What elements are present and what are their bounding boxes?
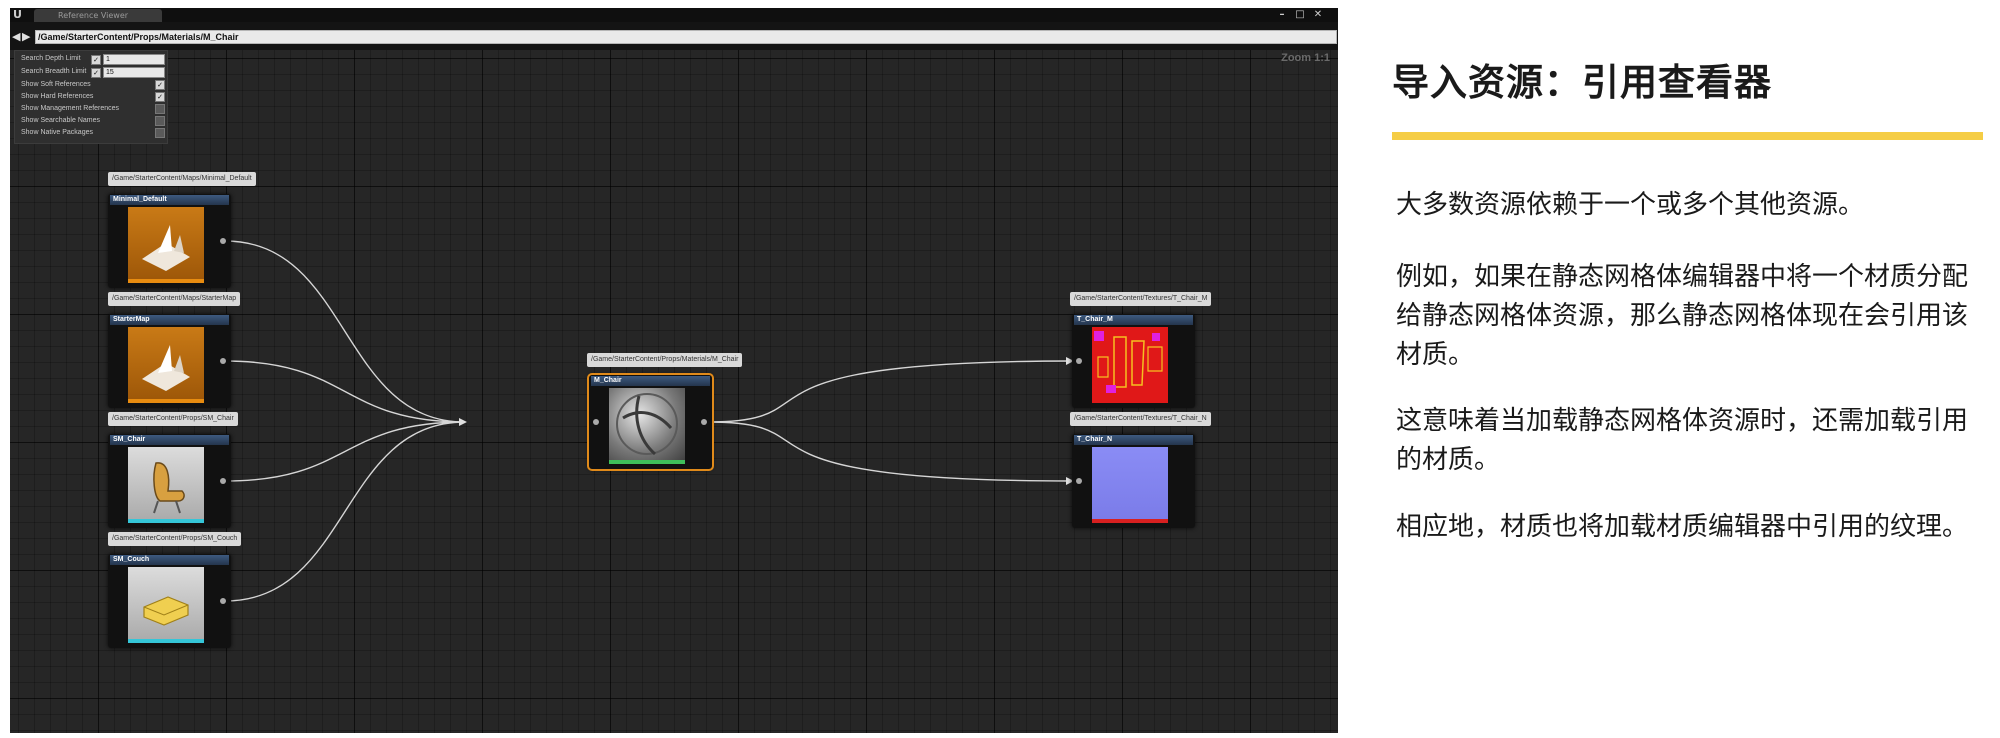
node-title: SM_Chair — [110, 435, 229, 445]
back-arrow-icon[interactable]: ◀ — [12, 30, 20, 43]
path-bar: ◀ ▶ /Game/StarterContent/Props/Materials… — [10, 22, 1338, 50]
input-pin[interactable] — [1076, 478, 1082, 484]
forward-arrow-icon[interactable]: ▶ — [22, 30, 30, 43]
node-path-label: /Game/StarterContent/Props/SM_Couch — [108, 532, 242, 546]
node-title: M_Chair — [591, 376, 710, 386]
material-thumbnail — [609, 388, 685, 464]
reference-viewer-tab[interactable]: Reference Viewer — [34, 9, 162, 22]
node-title: Minimal_Default — [110, 195, 229, 205]
output-pin[interactable] — [220, 598, 226, 604]
node-title: SM_Couch — [110, 555, 229, 565]
wire-sm-couch — [224, 421, 466, 602]
arrowhead — [459, 418, 467, 426]
mesh-thumbnail — [128, 447, 204, 523]
node-title: StarterMap — [110, 315, 229, 325]
paragraph: 例如，如果在静态网格体编辑器中将一个材质分配给静态网格体资源，那么静态网格体现在… — [1396, 262, 1969, 370]
wire-t-chair-n — [708, 421, 1073, 482]
map-thumbnail — [128, 207, 204, 283]
node-title: T_Chair_N — [1074, 435, 1193, 445]
wire-t-chair-m — [708, 360, 1073, 423]
slide-title: 导入资源：引用查看器 — [1392, 61, 1772, 104]
node-path-label: /Game/StarterContent/Textures/T_Chair_N — [1070, 412, 1211, 426]
paragraph: 相应地，材质也将加载材质编辑器中引用的纹理。 — [1396, 512, 1969, 542]
wire-starter-map — [224, 360, 466, 423]
output-pin[interactable] — [220, 358, 226, 364]
wire-minimal-default — [224, 240, 466, 423]
node-minimal-default[interactable]: Minimal_Default — [108, 194, 231, 288]
reference-graph[interactable]: Zoom 1:1 Search Depth Limit ✓ 1 Search B… — [10, 50, 1338, 733]
title-bar: U Reference Viewer – □ ✕ — [10, 8, 1338, 22]
map-thumbnail — [128, 327, 204, 403]
unreal-logo-icon: U — [13, 8, 22, 21]
wire-sm-chair — [224, 421, 466, 482]
output-pin[interactable] — [220, 478, 226, 484]
node-path-label: /Game/StarterContent/Maps/Minimal_Defaul… — [108, 172, 256, 186]
node-path-label: /Game/StarterContent/Textures/T_Chair_M — [1070, 292, 1212, 306]
node-path-label: /Game/StarterContent/Props/Materials/M_C… — [587, 353, 743, 367]
node-path-label: /Game/StarterContent/Props/SM_Chair — [108, 412, 238, 426]
texture-thumbnail — [1092, 447, 1168, 523]
reference-viewer-window: U Reference Viewer – □ ✕ ◀ ▶ /Game/Start… — [10, 8, 1338, 733]
node-title: T_Chair_M — [1074, 315, 1193, 325]
maximize-icon[interactable]: □ — [1292, 8, 1308, 21]
minimize-icon[interactable]: – — [1274, 8, 1290, 21]
node-starter-map[interactable]: StarterMap — [108, 314, 231, 408]
close-icon[interactable]: ✕ — [1310, 8, 1326, 21]
paragraph: 这意味着当加载静态网格体资源时，还需加载引用的材质。 — [1396, 406, 1969, 475]
node-m-chair[interactable]: M_Chair — [587, 373, 714, 471]
input-pin[interactable] — [593, 419, 599, 425]
texture-thumbnail — [1092, 327, 1168, 403]
paragraph: 大多数资源依赖于一个或多个其他资源。 — [1396, 190, 1865, 220]
input-pin[interactable] — [1076, 358, 1082, 364]
output-pin[interactable] — [220, 238, 226, 244]
asset-path-input[interactable]: /Game/StarterContent/Props/Materials/M_C… — [35, 30, 1337, 44]
node-t-chair-n[interactable]: T_Chair_N — [1072, 434, 1195, 528]
node-sm-chair[interactable]: SM_Chair — [108, 434, 231, 528]
node-sm-couch[interactable]: SM_Couch — [108, 554, 231, 648]
node-t-chair-m[interactable]: T_Chair_M — [1072, 314, 1195, 408]
node-path-label: /Game/StarterContent/Maps/StarterMap — [108, 292, 241, 306]
output-pin[interactable] — [701, 419, 707, 425]
title-accent-bar — [1392, 132, 1983, 140]
mesh-thumbnail — [128, 567, 204, 643]
